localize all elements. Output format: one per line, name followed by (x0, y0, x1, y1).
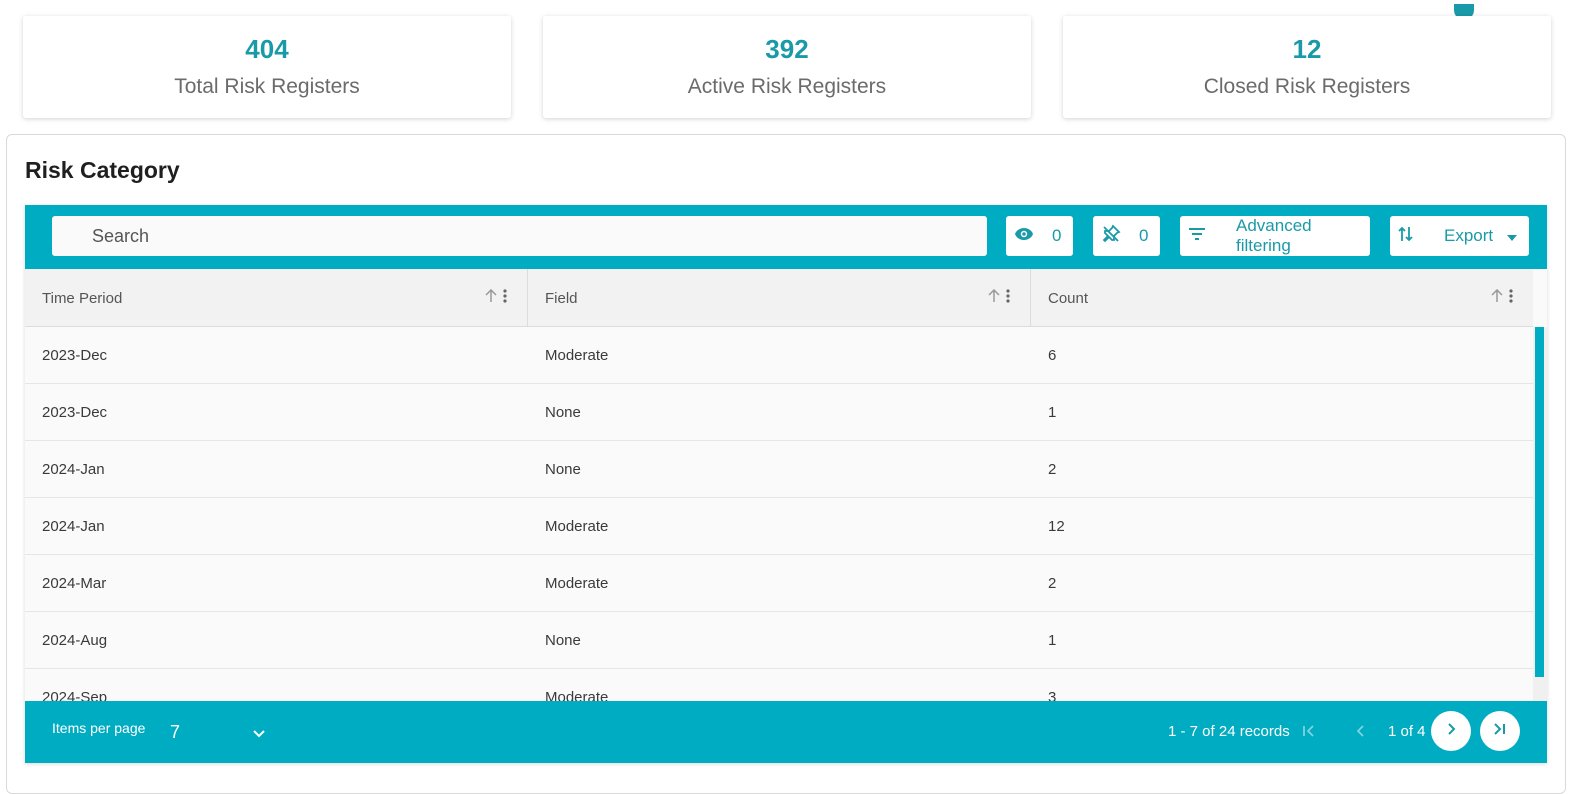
grid-toolbar: Search 0 0 Advanced filtering Export (25, 205, 1547, 269)
unpin-icon (1101, 223, 1121, 249)
page-indicator: 1 of 4 (1388, 723, 1426, 740)
data-grid: Search 0 0 Advanced filtering Export Tim… (25, 205, 1547, 763)
next-page-button[interactable] (1431, 711, 1471, 751)
cell-field: Moderate (545, 517, 609, 535)
chevron-down-icon (252, 723, 266, 744)
column-header-label: Time Period (42, 289, 123, 307)
sort-up-icon[interactable] (988, 288, 1000, 307)
column-header-count[interactable]: Count (1031, 269, 1533, 327)
table-row[interactable]: 2023-Dec Moderate 6 (25, 327, 1533, 384)
cell-count: 3 (1048, 688, 1057, 702)
cell-time-period: 2024-Jan (42, 517, 105, 535)
cell-field: None (545, 403, 581, 421)
cell-field: Moderate (545, 346, 609, 364)
search-input[interactable]: Search (52, 216, 987, 256)
stat-label: Closed Risk Registers (1203, 75, 1411, 98)
table-row[interactable]: 2024-Aug None 1 (25, 612, 1533, 669)
cell-count: 2 (1048, 574, 1057, 592)
stat-card-closed: 12 Closed Risk Registers (1063, 16, 1551, 118)
search-placeholder: Search (92, 225, 150, 246)
first-page-icon[interactable] (1301, 723, 1317, 744)
table-row[interactable]: 2024-Mar Moderate 2 (25, 555, 1533, 612)
cell-field: Moderate (545, 574, 609, 592)
column-header-time-period[interactable]: Time Period (25, 269, 528, 327)
cell-time-period: 2023-Dec (42, 403, 108, 421)
more-vertical-icon[interactable] (1006, 289, 1010, 307)
prev-page-icon[interactable] (1353, 723, 1369, 744)
scrollbar-thumb[interactable] (1535, 327, 1544, 677)
stat-value: 12 (1292, 34, 1322, 64)
cell-count: 1 (1048, 403, 1057, 421)
more-vertical-icon[interactable] (503, 289, 507, 307)
stat-label: Total Risk Registers (174, 75, 360, 98)
hidden-columns-button[interactable]: 0 (1006, 216, 1073, 256)
cell-count: 6 (1048, 346, 1057, 364)
items-per-page-label: Items per page (52, 720, 146, 736)
stat-card-total: 404 Total Risk Registers (23, 16, 511, 118)
column-header-label: Count (1048, 289, 1089, 307)
table-header: Time Period Field Count (25, 269, 1533, 327)
stat-card-active: 392 Active Risk Registers (543, 16, 1031, 118)
cell-time-period: 2024-Sep (42, 688, 108, 702)
vertical-scrollbar[interactable] (1533, 327, 1547, 701)
stat-label: Active Risk Registers (687, 75, 887, 98)
pagination-bar: Items per page 7 1 - 7 of 24 records 1 o… (25, 701, 1547, 763)
table-row[interactable]: 2024-Jan Moderate 12 (25, 498, 1533, 555)
table-row[interactable]: 2024-Sep Moderate 3 (25, 669, 1533, 701)
caret-down-icon (1507, 226, 1518, 246)
sort-up-icon[interactable] (1491, 288, 1503, 307)
cell-time-period: 2023-Dec (42, 346, 108, 364)
risk-category-panel: Risk Category Search 0 0 Advanced filter… (6, 134, 1566, 794)
export-label: Export (1444, 226, 1494, 245)
export-button[interactable]: Export (1390, 216, 1529, 256)
cell-field: None (545, 460, 581, 478)
sort-swap-icon (1398, 225, 1414, 248)
hidden-count: 0 (1052, 226, 1062, 245)
records-range: 1 - 7 of 24 records (1168, 723, 1290, 740)
cell-field: None (545, 631, 581, 649)
pinned-columns-button[interactable]: 0 (1093, 216, 1160, 256)
table-body: 2023-Dec Moderate 6 2023-Dec None 1 2024… (25, 327, 1533, 701)
cell-time-period: 2024-Jan (42, 460, 105, 478)
sort-up-icon[interactable] (485, 288, 497, 307)
items-per-page-select[interactable]: 7 (170, 719, 266, 745)
pinned-count: 0 (1139, 226, 1149, 245)
column-header-field[interactable]: Field (528, 269, 1031, 327)
filter-label: Advanced filtering (1236, 216, 1312, 255)
advanced-filtering-button[interactable]: Advanced filtering (1180, 216, 1370, 256)
next-page-icon (1444, 722, 1458, 741)
column-header-label: Field (545, 289, 578, 307)
stat-value: 392 (765, 34, 809, 64)
table-row[interactable]: 2024-Jan None 2 (25, 441, 1533, 498)
last-page-icon (1492, 722, 1508, 741)
last-page-button[interactable] (1480, 711, 1520, 751)
cell-time-period: 2024-Aug (42, 631, 108, 649)
more-vertical-icon[interactable] (1509, 289, 1513, 307)
cell-count: 2 (1048, 460, 1057, 478)
cell-count: 1 (1048, 631, 1057, 649)
cell-field: Moderate (545, 688, 609, 702)
cell-time-period: 2024-Mar (42, 574, 107, 592)
panel-title: Risk Category (25, 157, 180, 183)
cell-count: 12 (1048, 517, 1065, 535)
filter-icon (1188, 226, 1206, 246)
stats-row: 404 Total Risk Registers 392 Active Risk… (23, 4, 1560, 118)
eye-icon (1014, 226, 1034, 246)
stat-value: 404 (245, 34, 289, 64)
items-per-page-value: 7 (170, 721, 181, 742)
table-row[interactable]: 2023-Dec None 1 (25, 384, 1533, 441)
